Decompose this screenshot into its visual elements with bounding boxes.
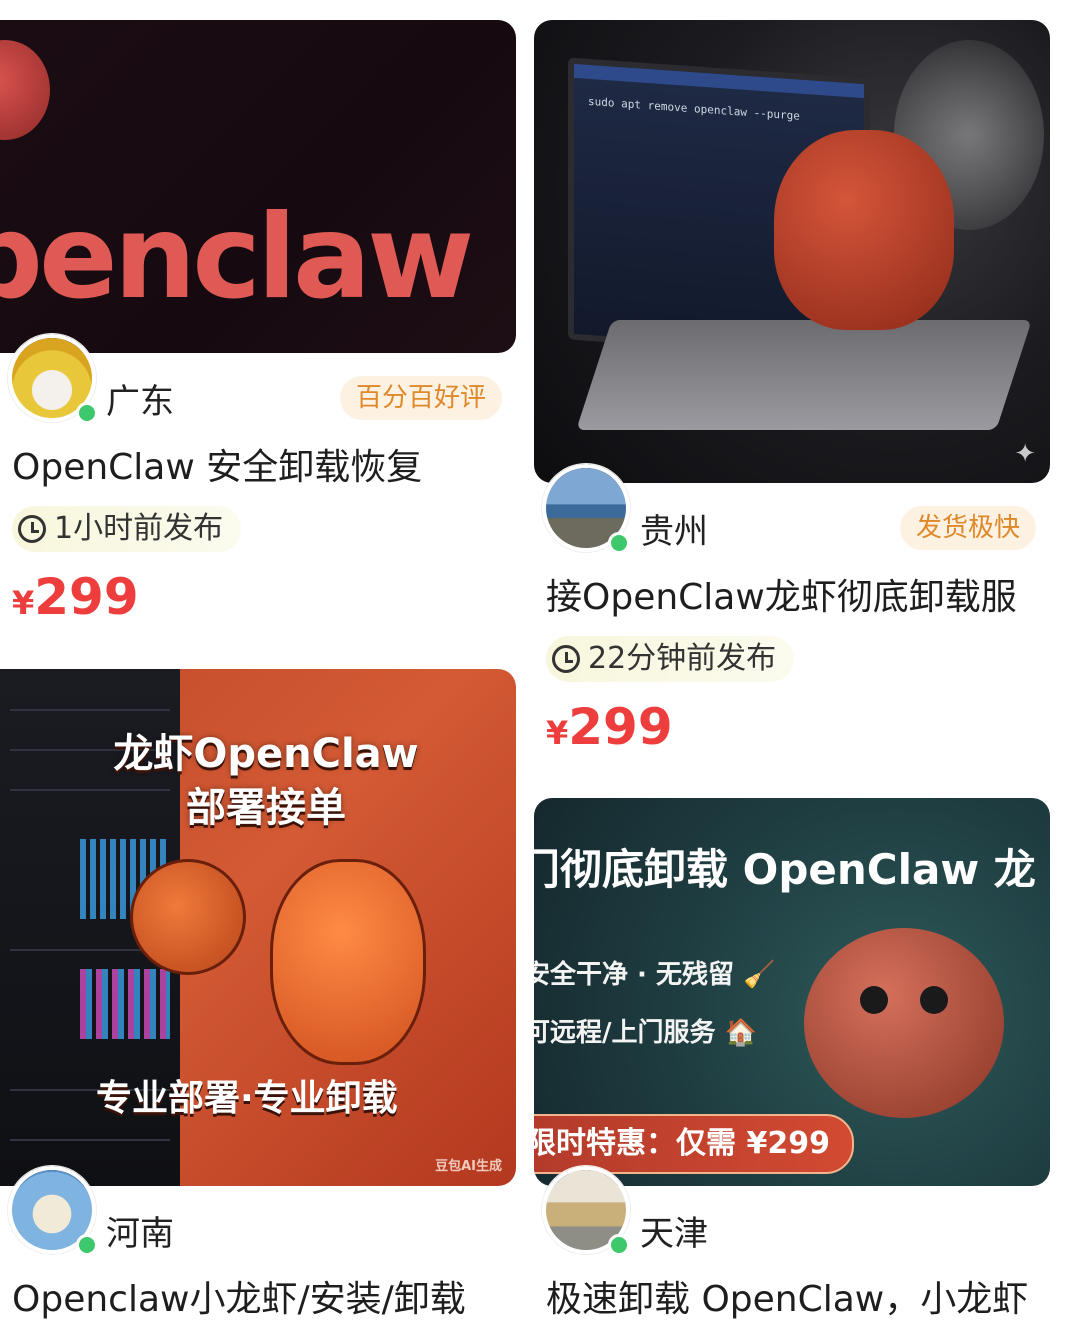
mascot-eye <box>860 986 888 1014</box>
product-title[interactable]: Openclaw小龙虾/安装/卸载 <box>12 1270 466 1322</box>
promo-banner: 限时特惠：仅需 ¥299 <box>534 1114 854 1174</box>
seller-location: 广东 <box>106 382 174 422</box>
price-value: 299 <box>34 568 139 626</box>
shipping-badge: 发货极快 <box>900 506 1037 550</box>
rating-badge: 百分百好评 <box>340 376 503 420</box>
card-4-image[interactable]: 门彻底卸载 OpenClaw 龙 安全干净 · 无残留 🧹 可远程/上门服务 🏠… <box>534 798 1050 1186</box>
robot-claw-image <box>130 859 246 975</box>
product-title[interactable]: 接OpenClaw龙虾彻底卸载服 <box>546 568 1017 620</box>
product-title[interactable]: OpenClaw 安全卸载恢复 <box>12 438 422 490</box>
price-currency: ¥ <box>546 714 569 752</box>
openclaw-wordmark: penclaw <box>0 190 474 325</box>
rack-chart-graphic <box>80 969 170 1039</box>
seller-location: 河南 <box>106 1214 174 1254</box>
online-status-dot <box>76 402 98 424</box>
online-status-dot <box>608 1234 630 1256</box>
price-currency: ¥ <box>12 584 35 622</box>
cartoon-lobster-image <box>270 859 426 1065</box>
poster-headline: 门彻底卸载 OpenClaw 龙 <box>534 845 1036 894</box>
poster-line-1: 安全干净 · 无残留 🧹 <box>534 960 776 990</box>
price-value: 299 <box>568 698 673 756</box>
product-price: ¥299 <box>12 568 139 626</box>
publish-time-chip: 1小时前发布 <box>12 506 242 552</box>
poster-headline-line-1: 龙虾OpenClaw <box>113 731 419 777</box>
product-price: ¥299 <box>546 698 673 756</box>
poster-tagline: 专业部署·专业卸载 <box>96 1078 398 1119</box>
product-title[interactable]: 极速卸载 OpenClaw，小龙虾 <box>546 1270 1028 1322</box>
online-status-dot <box>76 1234 98 1256</box>
publish-time-chip: 22分钟前发布 <box>546 636 795 682</box>
card-1-image[interactable]: penclaw <box>0 20 516 353</box>
laptop-keyboard <box>576 320 1032 430</box>
card-2-image[interactable]: sudo apt remove openclaw --purge ✦ <box>534 20 1050 483</box>
clock-icon <box>18 515 46 543</box>
terminal-titlebar <box>574 63 864 99</box>
mascot-eye <box>920 986 948 1014</box>
sparkle-icon: ✦ <box>1014 439 1036 469</box>
ai-watermark: 豆包AI生成 <box>435 1159 502 1174</box>
mascot-image <box>0 40 50 140</box>
poster-line-2: 可远程/上门服务 🏠 <box>534 1018 757 1048</box>
poster-headline-line-2: 部署接单 <box>186 785 346 831</box>
mascot-blob-image <box>804 928 1004 1118</box>
terminal-command: sudo apt remove openclaw --purge <box>588 94 800 123</box>
publish-time: 22分钟前发布 <box>588 641 777 676</box>
seller-location: 天津 <box>640 1214 708 1254</box>
card-3-image[interactable]: 龙虾OpenClaw 部署接单 专业部署·专业卸载 豆包AI生成 <box>0 669 516 1186</box>
publish-time: 1小时前发布 <box>54 511 224 546</box>
lobster-image <box>774 130 954 330</box>
product-feed: penclaw 广东 百分百好评 OpenClaw 安全卸载恢复 1小时前发布 … <box>0 0 1080 1322</box>
poster-headline: 龙虾OpenClaw 部署接单 <box>96 727 436 835</box>
seller-location: 贵州 <box>640 512 708 552</box>
online-status-dot <box>608 532 630 554</box>
clock-icon <box>552 645 580 673</box>
